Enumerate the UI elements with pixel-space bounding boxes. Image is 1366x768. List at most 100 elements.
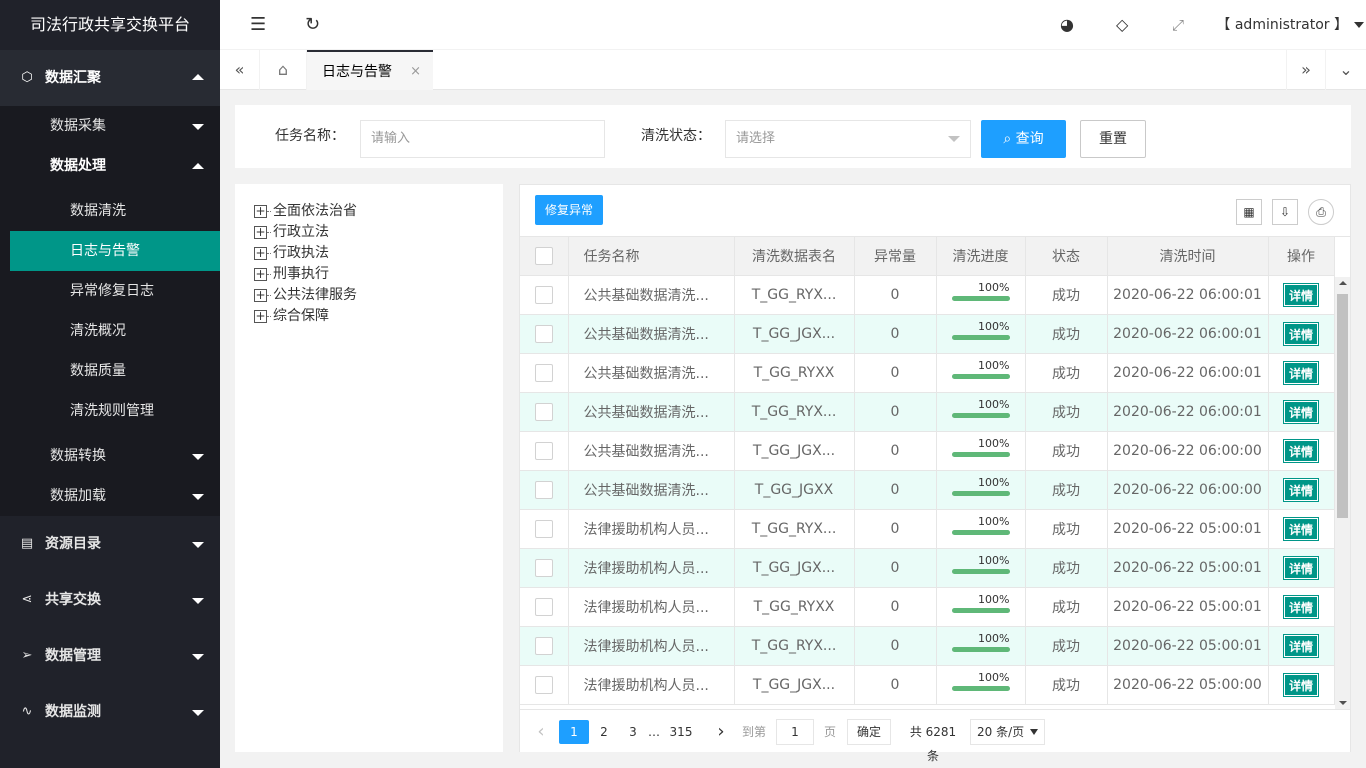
reset-button[interactable]: 重置 <box>1080 120 1146 158</box>
clean-status-select[interactable]: 请选择 <box>725 120 971 158</box>
detail-button[interactable]: 详情 <box>1282 360 1320 385</box>
next-page-icon[interactable]: › <box>714 720 728 744</box>
tab-logs-alerts[interactable]: 日志与告警 × <box>307 50 433 90</box>
expand-icon[interactable]: + <box>254 310 267 323</box>
row-checkbox[interactable] <box>534 675 553 694</box>
table-row[interactable]: 公共基础数据清洗... T_GG_JGX... 0 100% 成功 2020-06-22 … <box>520 314 1335 354</box>
sidebar-item-process[interactable]: 数据处理 <box>0 146 220 186</box>
table-row[interactable]: 公共基础数据清洗... T_GG_RYX... 0 100% 成功 2020-06-22 … <box>520 392 1335 432</box>
table-row[interactable]: 法律援助机构人员... T_GG_JGX... 0 100% 成功 2020-06-22 … <box>520 665 1335 705</box>
row-checkbox[interactable] <box>534 363 553 382</box>
table-row[interactable]: 公共基础数据清洗... T_GG_JGX... 0 100% 成功 2020-06-22 … <box>520 431 1335 471</box>
close-icon[interactable]: × <box>410 52 421 92</box>
detail-button[interactable]: 详情 <box>1282 516 1320 541</box>
sidebar-group-monitor[interactable]: ∿ 数据监测 <box>0 684 220 740</box>
prev-page-icon[interactable]: ‹ <box>534 720 548 744</box>
sidebar-group-manage[interactable]: ➢ 数据管理 <box>0 628 220 684</box>
column-header[interactable]: 状态 <box>1025 237 1108 276</box>
detail-button[interactable]: 详情 <box>1282 399 1320 424</box>
detail-button[interactable]: 详情 <box>1282 438 1320 463</box>
detail-button[interactable]: 详情 <box>1282 594 1320 619</box>
tree-node[interactable]: + 全面依法治省 <box>254 201 503 222</box>
fullscreen-icon[interactable]: ⤢ <box>1172 0 1184 50</box>
page-button-current[interactable]: 1 <box>559 720 589 744</box>
column-header[interactable]: 操作 <box>1268 237 1335 276</box>
row-checkbox[interactable] <box>534 636 553 655</box>
tree-node[interactable]: + 综合保障 <box>254 306 503 327</box>
sidebar-item-collect[interactable]: 数据采集 <box>0 106 220 146</box>
sidebar-item-load[interactable]: 数据加载 <box>0 476 220 516</box>
expand-icon[interactable]: + <box>254 268 267 281</box>
detail-button[interactable]: 详情 <box>1282 477 1320 502</box>
goto-page-input[interactable]: 1 <box>776 719 814 745</box>
detail-button[interactable]: 详情 <box>1282 555 1320 580</box>
menu-collapse-icon[interactable]: ☰ <box>250 0 266 50</box>
row-checkbox[interactable] <box>534 441 553 460</box>
column-header[interactable]: 清洗数据表名 <box>734 237 855 276</box>
expand-icon[interactable]: + <box>254 289 267 302</box>
expand-icon[interactable]: + <box>254 205 267 218</box>
detail-button[interactable]: 详情 <box>1282 321 1320 346</box>
tabs-scroll-left-icon[interactable]: « <box>220 50 260 90</box>
scrollbar-thumb[interactable] <box>1337 294 1348 518</box>
page-size-select[interactable]: 20 条/页 <box>970 719 1045 745</box>
refresh-icon[interactable]: ↻ <box>305 0 320 50</box>
fix-errors-button[interactable]: 修复异常 <box>535 195 603 225</box>
column-header[interactable]: 异常量 <box>854 237 937 276</box>
query-button[interactable]: ⌕ 查询 <box>981 120 1066 158</box>
tag-icon[interactable]: ◇ <box>1116 0 1128 50</box>
tree-node[interactable]: + 刑事执行 <box>254 264 503 285</box>
tabs-scroll-right-icon[interactable]: » <box>1286 50 1326 90</box>
table-row[interactable]: 公共基础数据清洗... T_GG_RYX... 0 100% 成功 2020-06-22 … <box>520 275 1335 315</box>
tabs-menu-chevron-icon[interactable]: ⌄ <box>1326 50 1366 90</box>
sidebar-group-data-aggregation[interactable]: ⬡ 数据汇聚 <box>0 50 220 106</box>
scroll-down-icon[interactable] <box>1339 701 1347 705</box>
tree-node[interactable]: + 公共法律服务 <box>254 285 503 306</box>
theme-icon[interactable]: ◕ <box>1060 0 1074 50</box>
user-menu[interactable]: 【 administrator 】 <box>1216 0 1366 50</box>
detail-button[interactable]: 详情 <box>1282 633 1320 658</box>
row-checkbox[interactable] <box>534 285 553 304</box>
row-checkbox[interactable] <box>534 402 553 421</box>
row-checkbox[interactable] <box>534 480 553 499</box>
sidebar-leaf-rules[interactable]: 清洗规则管理 <box>0 391 220 431</box>
column-header[interactable]: 清洗进度 <box>936 237 1026 276</box>
table-row[interactable]: 法律援助机构人员... T_GG_JGX... 0 100% 成功 2020-06-22 … <box>520 548 1335 588</box>
page-button[interactable]: 2 <box>596 720 612 744</box>
print-icon[interactable]: ⎙ <box>1308 199 1334 225</box>
sidebar-leaf-logs-alerts[interactable]: 日志与告警 <box>10 231 220 271</box>
column-header[interactable]: 任务名称 <box>568 237 735 276</box>
columns-filter-icon[interactable]: ▦ <box>1236 199 1262 225</box>
table-row[interactable]: 法律援助机构人员... T_GG_RYX... 0 100% 成功 2020-06-22 … <box>520 509 1335 549</box>
detail-button[interactable]: 详情 <box>1282 282 1320 307</box>
sidebar-group-share[interactable]: ⋖ 共享交换 <box>0 572 220 628</box>
sidebar-item-transform[interactable]: 数据转换 <box>0 436 220 476</box>
row-checkbox[interactable] <box>534 519 553 538</box>
table-row[interactable]: 公共基础数据清洗... T_GG_JGXX 0 100% 成功 2020-06-22 06… <box>520 470 1335 510</box>
row-checkbox[interactable] <box>534 324 553 343</box>
sidebar-leaf-cleaning[interactable]: 数据清洗 <box>0 191 220 231</box>
expand-icon[interactable]: + <box>254 247 267 260</box>
task-name-input[interactable]: 请输入 <box>360 120 605 158</box>
sidebar-leaf-overview[interactable]: 清洗概况 <box>0 311 220 351</box>
column-header[interactable]: 清洗时间 <box>1107 237 1269 276</box>
detail-button[interactable]: 详情 <box>1282 672 1320 697</box>
goto-confirm-button[interactable]: 确定 <box>847 719 891 745</box>
scroll-up-icon[interactable] <box>1339 281 1347 285</box>
page-button[interactable]: 3 <box>626 720 640 744</box>
page-button-last[interactable]: 315 <box>668 720 694 744</box>
row-checkbox[interactable] <box>534 597 553 616</box>
sidebar-leaf-quality[interactable]: 数据质量 <box>0 351 220 391</box>
row-checkbox[interactable] <box>534 558 553 577</box>
sidebar-leaf-repair-log[interactable]: 异常修复日志 <box>0 271 220 311</box>
tree-node[interactable]: + 行政立法 <box>254 222 503 243</box>
table-row[interactable]: 法律援助机构人员... T_GG_RYX... 0 100% 成功 2020-06-22 … <box>520 626 1335 666</box>
expand-icon[interactable]: + <box>254 226 267 239</box>
table-row[interactable]: 公共基础数据清洗... T_GG_RYXX 0 100% 成功 2020-06-22 06… <box>520 353 1335 393</box>
table-row[interactable]: 法律援助机构人员... T_GG_RYXX 0 100% 成功 2020-06-22 05… <box>520 587 1335 627</box>
export-icon[interactable]: ⇩ <box>1272 199 1298 225</box>
home-tab-icon[interactable]: ⌂ <box>260 50 307 90</box>
tree-node[interactable]: + 行政执法 <box>254 243 503 264</box>
select-all-checkbox[interactable] <box>534 246 553 265</box>
table-scrollbar[interactable] <box>1335 277 1350 709</box>
